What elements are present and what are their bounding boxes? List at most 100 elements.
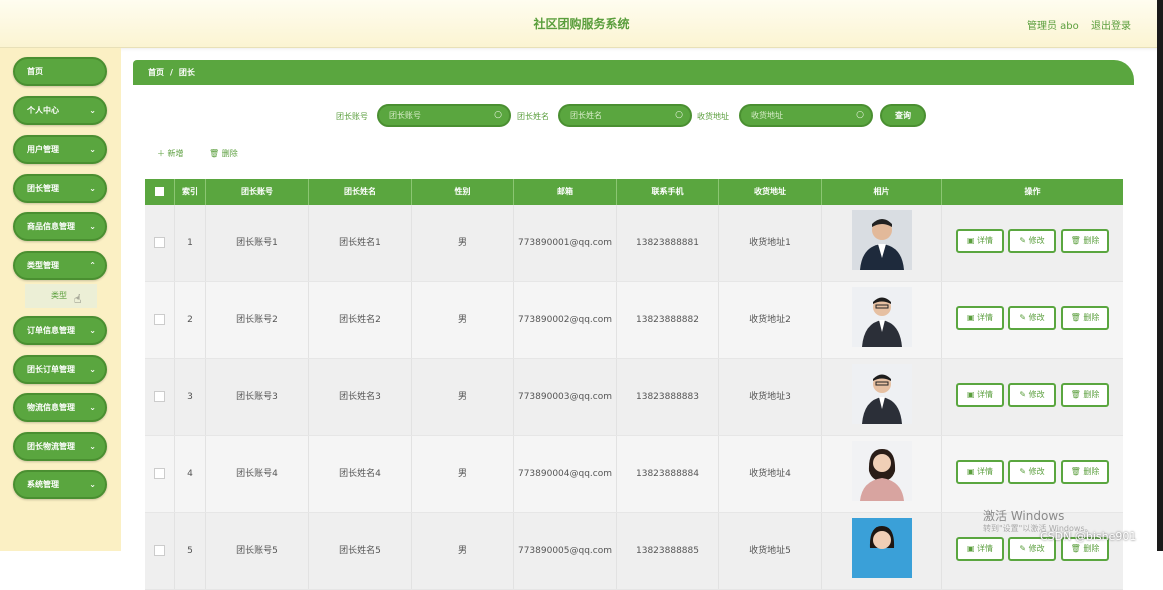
search-label-address: 收货地址	[697, 112, 729, 121]
detail-icon: ▣	[966, 467, 978, 476]
search-placeholder: 团长账号	[389, 111, 421, 120]
query-button[interactable]: 查询	[880, 104, 926, 127]
edit-button[interactable]: ✎ 修改	[1008, 460, 1056, 484]
sidebar-item-users[interactable]: 用户管理 ⌄	[13, 135, 107, 164]
sidebar-item-types[interactable]: 类型管理 ⌃	[13, 251, 107, 280]
cell-address: 收货地址1	[719, 205, 822, 281]
sidebar-item-label: 首页	[27, 67, 43, 76]
sidebar-item-leaders[interactable]: 团长管理 ⌄	[13, 174, 107, 203]
detail-button[interactable]: ▣ 详情	[956, 306, 1004, 330]
table-row: 3 团长账号3 团长姓名3 男 773890003@qq.com 1382388…	[145, 359, 1123, 436]
cell-phone: 13823888885	[617, 513, 719, 589]
cell-name: 团长姓名5	[309, 513, 412, 589]
trash-icon: 🗑	[1070, 236, 1084, 245]
cell-address: 收货地址5	[719, 513, 822, 589]
chevron-down-icon: ⌄	[89, 480, 96, 489]
delete-label: 删除	[221, 149, 238, 158]
row-checkbox[interactable]	[154, 391, 165, 402]
cell-gender: 男	[412, 436, 514, 512]
sidebar-item-logistics[interactable]: 物流信息管理 ⌄	[13, 393, 107, 422]
sidebar: 首页 个人中心 ⌄ 用户管理 ⌄ 团长管理 ⌄ 商品信息管理 ⌄ 类型管理 ⌃ 类型 ☝ …	[0, 48, 121, 551]
cell-email: 773890002@qq.com	[514, 282, 617, 358]
app-title: 社区团购服务系统	[533, 17, 630, 31]
cell-email: 773890001@qq.com	[514, 205, 617, 281]
cell-phone: 13823888882	[617, 282, 719, 358]
row-checkbox-cell	[145, 436, 175, 512]
sidebar-subitem-type[interactable]: 类型	[25, 284, 97, 308]
edit-label: 修改	[1028, 236, 1045, 245]
edit-button[interactable]: ✎ 修改	[1008, 383, 1056, 407]
cell-account: 团长账号3	[206, 359, 309, 435]
add-label: 新增	[167, 149, 184, 158]
edit-icon: ✎	[1019, 544, 1029, 553]
add-button[interactable]: ＋ 新增	[157, 148, 184, 159]
detail-label: 详情	[977, 467, 994, 476]
col-phone: 联系手机	[617, 179, 719, 205]
trash-icon: 🗑	[1070, 313, 1084, 322]
detail-button[interactable]: ▣ 详情	[956, 383, 1004, 407]
cell-email: 773890004@qq.com	[514, 436, 617, 512]
delete-button[interactable]: 🗑 删除	[1061, 229, 1109, 253]
col-gender: 性别	[412, 179, 514, 205]
cell-index: 2	[175, 282, 206, 358]
search-placeholder: 收货地址	[751, 111, 783, 120]
search-icon: ○	[675, 110, 683, 120]
sidebar-item-label: 订单信息管理	[27, 326, 75, 335]
cell-index: 3	[175, 359, 206, 435]
chevron-down-icon: ⌄	[89, 442, 96, 451]
search-input-account[interactable]: 团长账号 ○	[377, 104, 511, 127]
sidebar-item-system[interactable]: 系统管理 ⌄	[13, 470, 107, 499]
edit-button[interactable]: ✎ 修改	[1008, 306, 1056, 330]
cell-phone: 13823888884	[617, 436, 719, 512]
col-name: 团长姓名	[309, 179, 412, 205]
breadcrumb-current: 团长	[178, 68, 195, 77]
search-placeholder: 团长姓名	[570, 111, 602, 120]
leader-photo	[852, 441, 912, 501]
edit-button[interactable]: ✎ 修改	[1008, 229, 1056, 253]
sidebar-item-label: 类型管理	[27, 261, 59, 270]
row-checkbox[interactable]	[154, 237, 165, 248]
detail-button[interactable]: ▣ 详情	[956, 460, 1004, 484]
detail-label: 详情	[977, 313, 994, 322]
delete-button[interactable]: 🗑 删除	[1061, 306, 1109, 330]
cell-account: 团长账号5	[206, 513, 309, 589]
sidebar-item-personal-center[interactable]: 个人中心 ⌄	[13, 96, 107, 125]
logout-link[interactable]: 退出登录	[1091, 17, 1131, 32]
detail-icon: ▣	[966, 390, 978, 399]
search-input-address[interactable]: 收货地址 ○	[739, 104, 873, 127]
edit-icon: ✎	[1019, 390, 1029, 399]
select-all-checkbox[interactable]	[155, 187, 164, 196]
detail-button[interactable]: ▣ 详情	[956, 229, 1004, 253]
row-checkbox[interactable]	[154, 468, 165, 479]
batch-delete-button[interactable]: 🗑 删除	[209, 148, 238, 159]
cell-email: 773890005@qq.com	[514, 513, 617, 589]
leader-photo	[852, 364, 912, 424]
sidebar-item-leader-logistics[interactable]: 团长物流管理 ⌄	[13, 432, 107, 461]
cell-index: 1	[175, 205, 206, 281]
edit-icon: ✎	[1019, 236, 1029, 245]
delete-button[interactable]: 🗑 删除	[1061, 460, 1109, 484]
detail-label: 详情	[977, 544, 994, 553]
delete-button[interactable]: 🗑 删除	[1061, 383, 1109, 407]
plus-icon: ＋	[157, 149, 168, 158]
chevron-down-icon: ⌄	[89, 145, 96, 154]
edit-icon: ✎	[1019, 313, 1029, 322]
row-checkbox-cell	[145, 513, 175, 589]
search-icon: ○	[856, 110, 864, 120]
col-photo: 相片	[822, 179, 942, 205]
cell-address: 收货地址4	[719, 436, 822, 512]
sidebar-item-orders[interactable]: 订单信息管理 ⌄	[13, 316, 107, 345]
breadcrumb-home[interactable]: 首页	[148, 68, 164, 77]
col-email: 邮箱	[514, 179, 617, 205]
delete-label: 删除	[1083, 236, 1100, 245]
leader-photo	[852, 210, 912, 270]
chevron-down-icon: ⌄	[89, 403, 96, 412]
detail-button[interactable]: ▣ 详情	[956, 537, 1004, 561]
search-input-name[interactable]: 团长姓名 ○	[558, 104, 692, 127]
sidebar-item-leader-orders[interactable]: 团长订单管理 ⌄	[13, 355, 107, 384]
sidebar-item-label: 商品信息管理	[27, 222, 75, 231]
cell-email: 773890003@qq.com	[514, 359, 617, 435]
sidebar-item-products[interactable]: 商品信息管理 ⌄	[13, 212, 107, 241]
row-checkbox[interactable]	[154, 314, 165, 325]
sidebar-item-home[interactable]: 首页	[13, 57, 107, 86]
